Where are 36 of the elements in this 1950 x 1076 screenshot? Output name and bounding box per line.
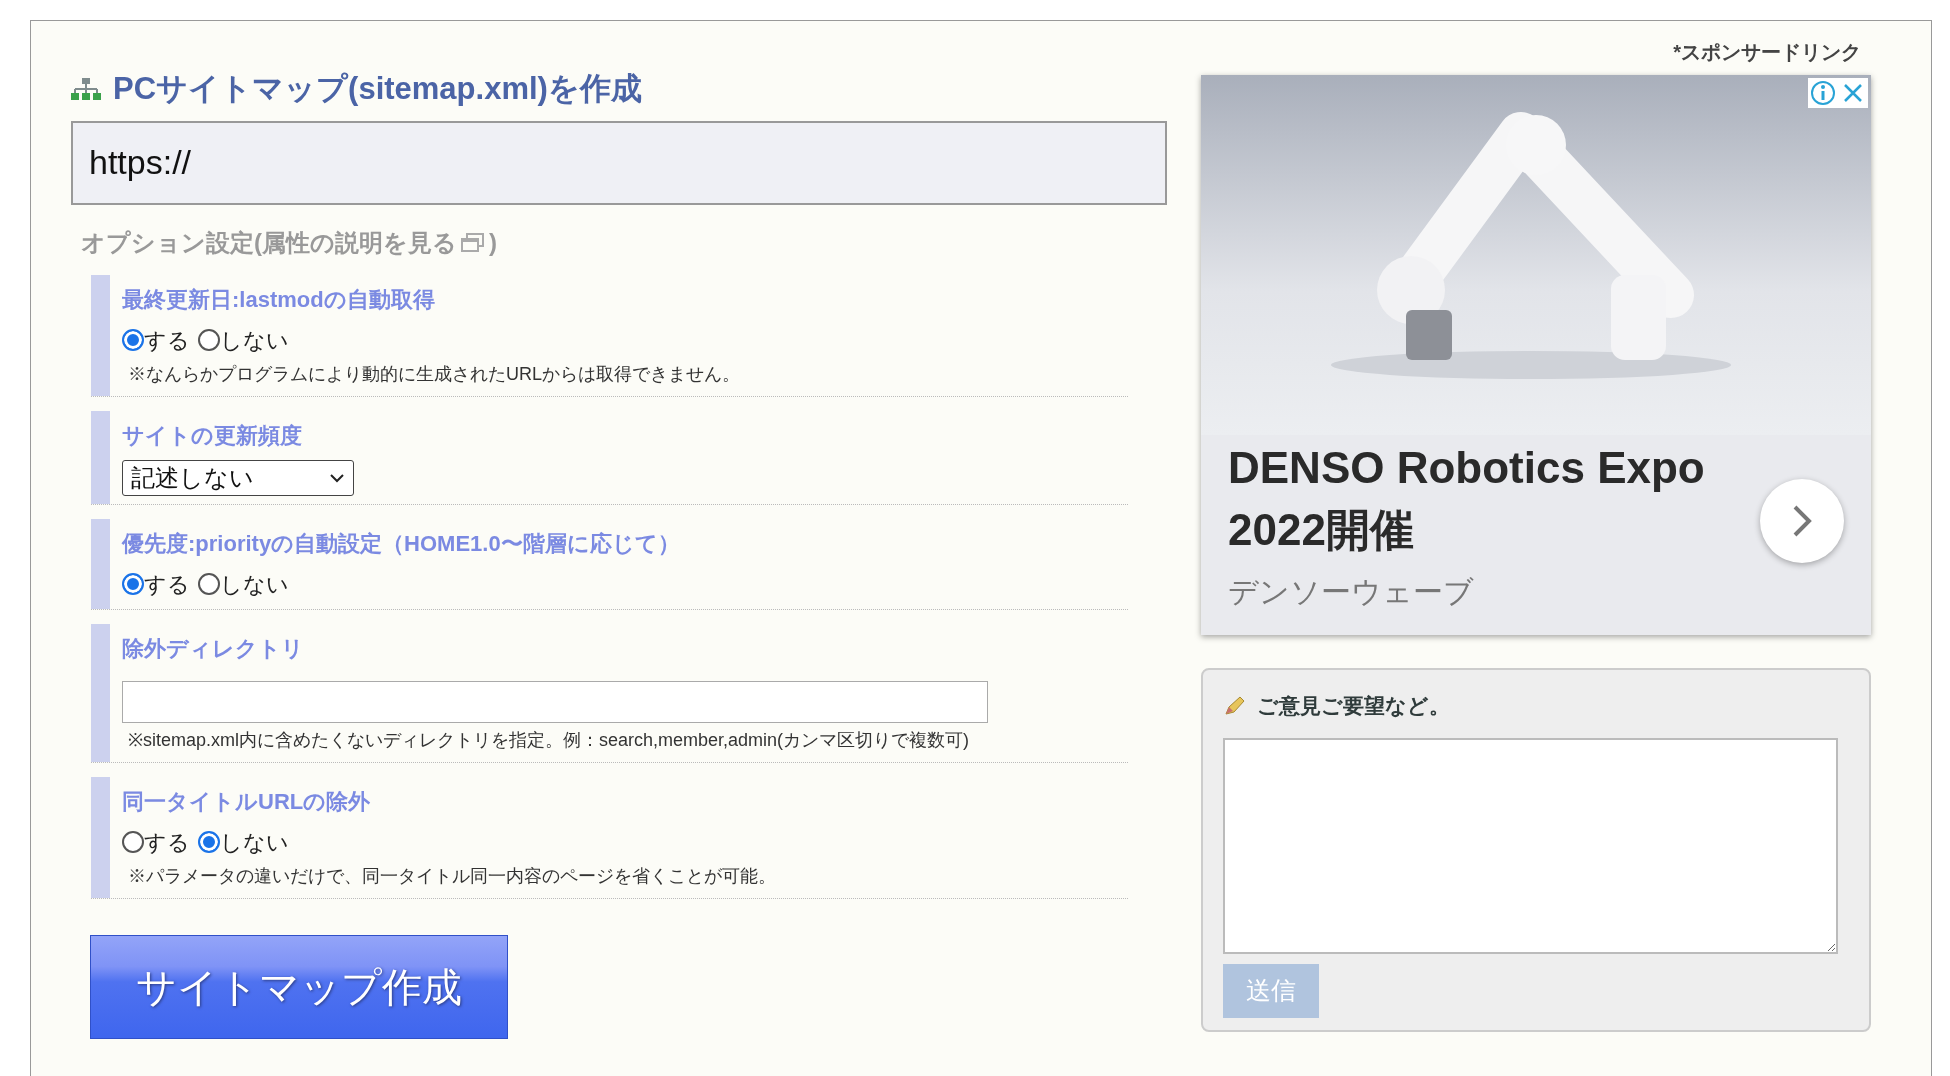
options-heading-end: ) bbox=[489, 227, 497, 258]
radio-button[interactable] bbox=[198, 329, 220, 351]
chevron-right-icon bbox=[1791, 504, 1813, 538]
url-field[interactable]: https:// bbox=[71, 120, 1167, 205]
sponsor-label: *スポンサードリンク bbox=[1672, 40, 1862, 65]
info-icon[interactable] bbox=[1808, 78, 1838, 108]
new-window-icon bbox=[461, 232, 485, 253]
feedback-heading: ご意見ご要望など。 bbox=[1257, 693, 1450, 720]
option-label: 除外ディレクトリ bbox=[122, 634, 305, 663]
radio-option[interactable]: しない bbox=[198, 825, 289, 859]
radio-option[interactable]: する bbox=[122, 323, 190, 357]
chevron-down-icon bbox=[329, 472, 345, 483]
ad-headline[interactable]: DENSO Robotics Expo 2022開催 bbox=[1228, 437, 1748, 561]
radio-button[interactable] bbox=[122, 831, 144, 853]
ad-advertiser: デンソーウェーブ bbox=[1228, 574, 1475, 610]
note-text: ※パラメータの違いだけで、同一タイトル同一内容のページを省くことが可能。 bbox=[128, 864, 776, 888]
option-label: 優先度:priorityの自動設定（HOME1.0〜階層に応じて） bbox=[122, 529, 680, 558]
radio-option[interactable]: しない bbox=[198, 323, 289, 357]
radio-button[interactable] bbox=[122, 573, 144, 595]
radio-button[interactable] bbox=[198, 831, 220, 853]
page-title: PCサイトマップ(sitemap.xml)を作成 bbox=[113, 70, 642, 108]
radio-option[interactable]: する bbox=[122, 825, 190, 859]
note-text: ※sitemap.xml内に含めたくないディレクトリを指定。例：search,member,admin(カンマ区切りで複数可) bbox=[128, 728, 971, 752]
select-field[interactable]: 記述しない bbox=[122, 459, 354, 496]
create-sitemap-button[interactable]: サイトマップ作成 bbox=[90, 934, 508, 1039]
radio-option[interactable]: する bbox=[122, 567, 190, 601]
pencil-icon bbox=[1223, 694, 1245, 717]
sitemap-icon bbox=[71, 77, 101, 102]
radio-option[interactable]: しない bbox=[198, 567, 289, 601]
input-field[interactable] bbox=[122, 680, 988, 723]
note-text: ※なんらかプログラムにより動的に生成されたURLからは取得できません。 bbox=[128, 362, 740, 386]
option-label: サイトの更新頻度 bbox=[122, 421, 303, 450]
option-label: 最終更新日:lastmodの自動取得 bbox=[122, 285, 436, 314]
option-label: 同一タイトルURLの除外 bbox=[122, 787, 372, 816]
radio-button[interactable] bbox=[122, 329, 144, 351]
radio-button[interactable] bbox=[198, 573, 220, 595]
